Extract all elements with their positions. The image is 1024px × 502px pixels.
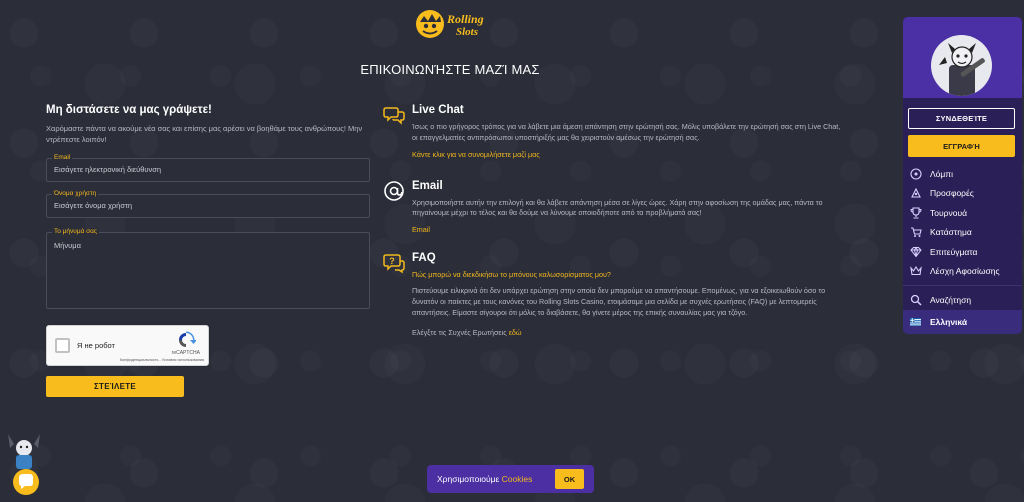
mascot-avatar bbox=[931, 35, 992, 96]
register-button[interactable]: ΕΓΓΡΑΦΉ bbox=[908, 135, 1015, 157]
page-title: ΕΠΙΚΟΙΝΩΝΉΣΤΕ ΜΑΖΊ ΜΑΣ bbox=[360, 62, 540, 77]
lobby-icon bbox=[910, 168, 922, 180]
crown-icon bbox=[910, 266, 922, 276]
cookie-ok-button[interactable]: OK bbox=[555, 469, 584, 489]
menu-item-label: Τουρνουά bbox=[930, 207, 968, 218]
menu-item-search[interactable]: Αναζήτηση bbox=[903, 290, 1022, 310]
form-heading: Μη διστάσετε να μας γράψετε! bbox=[46, 104, 212, 116]
contact-form: Μη διστάσετε να μας γράψετε! Χαρόμαστε π… bbox=[46, 104, 370, 321]
username-field: Όνομα χρήστη bbox=[46, 189, 370, 218]
menu-list: Λόμπι Προσφορές Τουρνουά Κατάστημα Επιτε… bbox=[903, 164, 1022, 310]
email-section: Email Χρησιμοποιήστε αυτήν την επιλογή κ… bbox=[383, 179, 843, 234]
submit-button[interactable]: ΣΤΕΊΛΕΤΕ bbox=[46, 376, 184, 397]
cookie-banner: Χρησιμοποιούμε Cookies OK bbox=[427, 465, 594, 493]
cookie-link[interactable]: Cookies bbox=[502, 474, 533, 484]
language-selector[interactable]: Ελληνικά bbox=[903, 310, 1022, 334]
live-chat-title: Live Chat bbox=[412, 104, 464, 116]
shop-cart-icon bbox=[911, 227, 922, 238]
chat-bubbles-icon bbox=[383, 107, 405, 125]
email-field: Email bbox=[46, 153, 370, 182]
recaptcha-checkbox[interactable] bbox=[55, 338, 70, 353]
contact-options: Live Chat Ίσως ο πιο γρήγορος τρόπος για… bbox=[383, 104, 843, 337]
live-chat-section: Live Chat Ίσως ο πιο γρήγορος τρόπος για… bbox=[383, 104, 843, 159]
message-textarea[interactable] bbox=[47, 232, 369, 303]
login-button[interactable]: ΣΥΝΔΕΘΕΊΤΕ bbox=[908, 108, 1015, 129]
faq-footer-link[interactable]: εδώ bbox=[509, 328, 522, 337]
recaptcha-links[interactable]: Конфиденциальность - Условия использован… bbox=[120, 358, 204, 362]
menu-item-promotions[interactable]: Προσφορές bbox=[903, 184, 1022, 204]
cookie-message: Χρησιμοποιούμε Cookies bbox=[437, 474, 532, 484]
faq-question-icon: ? bbox=[383, 254, 405, 274]
recaptcha-label: Я не робот bbox=[77, 341, 115, 350]
faq-section: ? FAQ Πώς μπορώ να διεκδικήσω το μπόνους… bbox=[383, 252, 843, 337]
at-sign-icon bbox=[384, 180, 404, 201]
menu-item-label: Αναζήτηση bbox=[930, 294, 972, 305]
email-text: Χρησιμοποιήστε αυτήν την επιλογή και θα … bbox=[412, 197, 823, 218]
menu-item-label: Επιτεύγματα bbox=[930, 246, 978, 257]
greek-flag-icon bbox=[910, 318, 921, 326]
menu-item-shop[interactable]: Κατάστημα bbox=[903, 223, 1022, 243]
username-input[interactable] bbox=[47, 194, 369, 217]
rolling-slots-logo[interactable]: Rolling Slots bbox=[414, 6, 496, 42]
faq-footer-text: Ελέγξτε τις Συχνές Ερωτήσεις bbox=[412, 327, 507, 337]
diamond-icon bbox=[910, 246, 922, 258]
recaptcha-widget: Я не робот reCAPTCHA Конфиденциальность … bbox=[46, 325, 209, 366]
language-label: Ελληνικά bbox=[930, 317, 968, 327]
search-icon bbox=[910, 294, 922, 306]
recaptcha-brand: reCAPTCHA bbox=[171, 350, 200, 356]
menu-item-label: Λόμπι bbox=[930, 168, 954, 179]
svg-text:Slots: Slots bbox=[456, 26, 478, 38]
menu-item-loyalty[interactable]: Λέσχη Αφοσίωσης bbox=[903, 262, 1022, 282]
email-link[interactable]: Email bbox=[412, 225, 843, 234]
live-chat-widget[interactable] bbox=[4, 430, 44, 496]
email-label: Email bbox=[52, 153, 73, 161]
faq-question[interactable]: Πώς μπορώ να διεκδικήσω το μπόνους καλωσ… bbox=[412, 270, 843, 279]
form-subtitle: Χαρόμαστε πάντα να ακούμε νέα σας και επ… bbox=[46, 124, 363, 144]
side-menu: ΣΥΝΔΕΘΕΊΤΕ ΕΓΓΡΑΦΉ Λόμπι Προσφορές Τουρν… bbox=[903, 17, 1022, 334]
faq-footer: Ελέγξτε τις Συχνές Ερωτήσεις εδώ bbox=[412, 328, 843, 337]
email-input[interactable] bbox=[47, 158, 369, 181]
live-chat-text: Ίσως ο πιο γρήγορος τρόπος για να λάβετε… bbox=[412, 122, 841, 142]
cookie-text: Χρησιμοποιούμε bbox=[437, 474, 500, 484]
menu-header bbox=[903, 17, 1022, 98]
promotions-icon bbox=[911, 188, 921, 198]
menu-item-lobby[interactable]: Λόμπι bbox=[903, 164, 1022, 184]
trophy-icon bbox=[910, 207, 922, 219]
email-title: Email bbox=[412, 179, 443, 192]
svg-text:Rolling: Rolling bbox=[446, 12, 484, 26]
menu-item-label: Λέσχη Αφοσίωσης bbox=[930, 266, 1000, 277]
faq-text: Πιστεύουμε ειλικρινά ότι δεν υπάρχει ερώ… bbox=[412, 286, 826, 317]
message-label: Το μήνυμά σας bbox=[52, 227, 100, 235]
message-field: Το μήνυμά σας bbox=[46, 227, 370, 309]
menu-item-tournaments[interactable]: Τουρνουά bbox=[903, 203, 1022, 223]
svg-text:?: ? bbox=[389, 256, 395, 266]
username-label: Όνομα χρήστη bbox=[52, 189, 99, 197]
menu-item-label: Προσφορές bbox=[930, 188, 974, 199]
faq-title: FAQ bbox=[412, 252, 436, 265]
menu-item-achievements[interactable]: Επιτεύγματα bbox=[903, 242, 1022, 262]
recaptcha-logo-icon bbox=[179, 331, 196, 347]
live-chat-link[interactable]: Κάντε κλικ για να συνομιλήσετε μαζί μας bbox=[412, 150, 843, 159]
menu-divider bbox=[903, 285, 1022, 286]
menu-item-label: Κατάστημα bbox=[930, 227, 972, 238]
